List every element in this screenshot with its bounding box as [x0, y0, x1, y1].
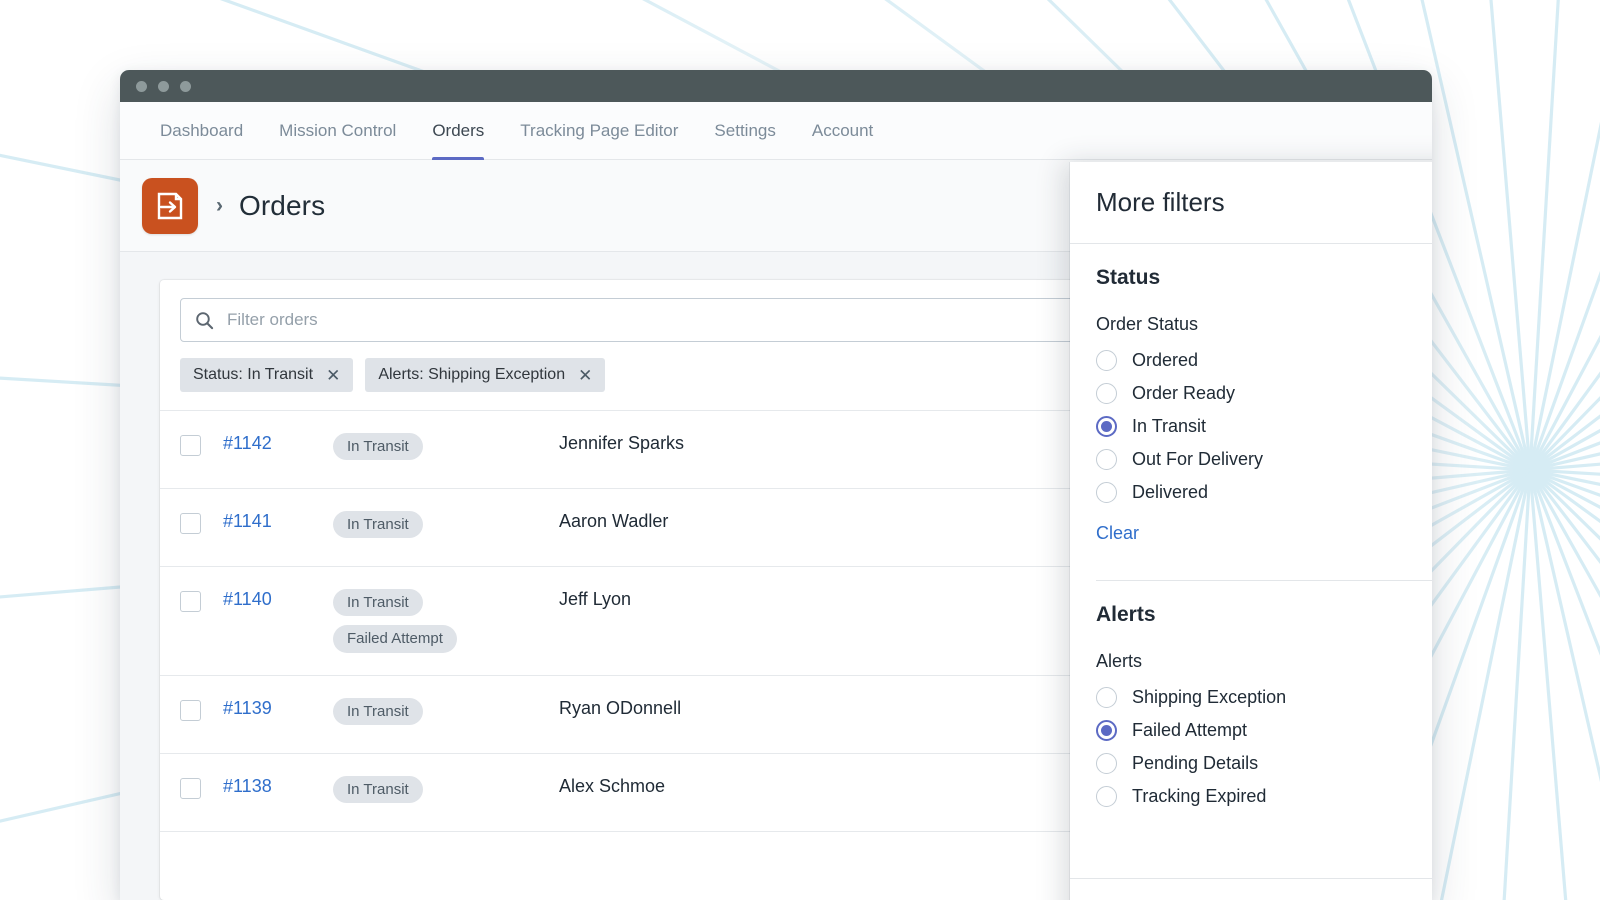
radio-unselected-icon[interactable]: [1096, 687, 1117, 708]
filter-radio-option[interactable]: Tracking Expired: [1096, 780, 1432, 813]
window-titlebar: [120, 70, 1432, 102]
drawer-body: Status Order Status Ordered Order Ready In T…: [1070, 244, 1432, 878]
status-badge: Failed Attempt: [333, 625, 457, 652]
filter-section-alerts: Alerts Alerts Shipping Exception Failed Att…: [1070, 581, 1432, 813]
order-badges: In Transit: [333, 511, 559, 538]
radio-unselected-icon[interactable]: [1096, 383, 1117, 404]
nav-tab-label: Dashboard: [160, 121, 243, 141]
order-badges: In Transit: [333, 433, 559, 460]
filter-radio-option[interactable]: Delivered: [1096, 476, 1432, 509]
filter-radio-option[interactable]: Failed Attempt: [1096, 714, 1432, 747]
nav-tab-mission-control[interactable]: Mission Control: [261, 102, 414, 159]
filter-radio-option[interactable]: Pending Details: [1096, 747, 1432, 780]
app-top-navigation: Dashboard Mission Control Orders Tracking P…: [120, 102, 1432, 160]
radio-unselected-icon[interactable]: [1096, 449, 1117, 470]
page-title: Orders: [239, 190, 325, 222]
nav-tab-label: Account: [812, 121, 873, 141]
order-id-link[interactable]: #1141: [223, 511, 333, 532]
filter-chip-label: Status: In Transit: [193, 366, 313, 384]
order-id-link[interactable]: #1138: [223, 776, 333, 797]
filter-option-label: Tracking Expired: [1132, 786, 1266, 807]
filter-group-label: Alerts: [1096, 651, 1432, 672]
filter-section-header[interactable]: Status: [1096, 266, 1432, 290]
remove-filter-icon[interactable]: ✕: [326, 367, 340, 384]
filter-chip-label: Alerts: Shipping Exception: [378, 366, 565, 384]
nav-tab-orders[interactable]: Orders: [414, 102, 502, 159]
order-badges: In Transit: [333, 698, 559, 725]
row-select-checkbox[interactable]: [180, 591, 201, 612]
order-badges: In Transit: [333, 776, 559, 803]
row-select-checkbox[interactable]: [180, 700, 201, 721]
order-badges: In Transit Failed Attempt: [333, 589, 559, 653]
filter-option-label: In Transit: [1132, 416, 1206, 437]
radio-selected-icon[interactable]: [1096, 416, 1117, 437]
status-badge: In Transit: [333, 776, 423, 803]
app-logo-icon: [142, 178, 198, 234]
drawer-footer: Clear all filters Done: [1070, 878, 1432, 900]
status-badge: In Transit: [333, 589, 423, 616]
radio-selected-icon[interactable]: [1096, 720, 1117, 741]
filter-radio-option[interactable]: In Transit: [1096, 410, 1432, 443]
row-select-checkbox[interactable]: [180, 778, 201, 799]
nav-tab-tracking-page-editor[interactable]: Tracking Page Editor: [502, 102, 696, 159]
nav-tab-dashboard[interactable]: Dashboard: [142, 102, 261, 159]
order-id-link[interactable]: #1140: [223, 589, 333, 610]
more-filters-drawer: More filters Status Order Status Ordered Or…: [1070, 162, 1432, 900]
radio-unselected-icon[interactable]: [1096, 482, 1117, 503]
nav-tab-label: Mission Control: [279, 121, 396, 141]
filter-option-label: Failed Attempt: [1132, 720, 1247, 741]
filter-chip[interactable]: Alerts: Shipping Exception ✕: [365, 358, 605, 392]
drawer-header: More filters: [1070, 162, 1432, 244]
search-icon: [195, 311, 214, 330]
order-id-link[interactable]: #1142: [223, 433, 333, 454]
filter-option-label: Out For Delivery: [1132, 449, 1263, 470]
nav-tab-label: Orders: [432, 121, 484, 141]
status-badge: In Transit: [333, 698, 423, 725]
nav-tab-label: Tracking Page Editor: [520, 121, 678, 141]
filter-section-status: Status Order Status Ordered Order Ready In T…: [1070, 244, 1432, 544]
filter-section-title: Alerts: [1096, 603, 1156, 627]
filter-option-label: Delivered: [1132, 482, 1208, 503]
radio-unselected-icon[interactable]: [1096, 786, 1117, 807]
row-select-checkbox[interactable]: [180, 435, 201, 456]
remove-filter-icon[interactable]: ✕: [578, 367, 592, 384]
filter-section-title: Status: [1096, 266, 1160, 290]
filter-chip[interactable]: Status: In Transit ✕: [180, 358, 353, 392]
breadcrumb-separator: ›: [216, 194, 223, 218]
filter-radio-option[interactable]: Out For Delivery: [1096, 443, 1432, 476]
filter-section-header[interactable]: Alerts: [1096, 603, 1432, 627]
filter-option-label: Shipping Exception: [1132, 687, 1286, 708]
filter-option-label: Order Ready: [1132, 383, 1235, 404]
radio-unselected-icon[interactable]: [1096, 753, 1117, 774]
filter-radio-option[interactable]: Shipping Exception: [1096, 681, 1432, 714]
window-maximize-dot[interactable]: [180, 81, 191, 92]
nav-tab-settings[interactable]: Settings: [696, 102, 793, 159]
status-badge: In Transit: [333, 433, 423, 460]
browser-window: Dashboard Mission Control Orders Tracking P…: [120, 70, 1432, 900]
row-select-checkbox[interactable]: [180, 513, 201, 534]
drawer-title: More filters: [1096, 187, 1225, 218]
clear-section-link[interactable]: Clear: [1096, 523, 1139, 544]
radio-unselected-icon[interactable]: [1096, 350, 1117, 371]
filter-option-label: Ordered: [1132, 350, 1198, 371]
nav-tab-account[interactable]: Account: [794, 102, 891, 159]
nav-tab-label: Settings: [714, 121, 775, 141]
status-badge: In Transit: [333, 511, 423, 538]
filter-option-label: Pending Details: [1132, 753, 1258, 774]
order-id-link[interactable]: #1139: [223, 698, 333, 719]
window-minimize-dot[interactable]: [158, 81, 169, 92]
window-close-dot[interactable]: [136, 81, 147, 92]
filter-radio-option[interactable]: Ordered: [1096, 344, 1432, 377]
filter-radio-option[interactable]: Order Ready: [1096, 377, 1432, 410]
filter-group-label: Order Status: [1096, 314, 1432, 335]
